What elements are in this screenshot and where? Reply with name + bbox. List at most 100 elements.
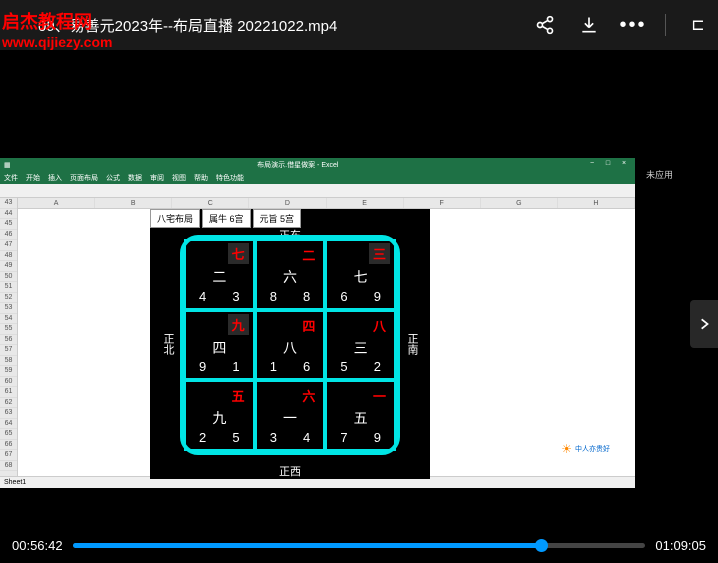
progress-fill — [73, 543, 543, 548]
colhead[interactable]: A — [18, 198, 95, 208]
more-options-icon[interactable]: ••• — [621, 13, 645, 37]
colhead[interactable]: C — [172, 198, 249, 208]
header-actions: ••• ⊏ — [533, 13, 710, 37]
luoshu-cell-3: 三 七 69 — [325, 239, 396, 310]
bottom-right: 6 — [303, 359, 310, 374]
excel-window: ▦ 布局演示.借星做案 - Excel − □ × 文件 开始 插入 页面布局 … — [0, 158, 635, 488]
close-button[interactable]: × — [617, 160, 631, 170]
center-num: 八 — [283, 338, 297, 358]
chart-tab-1[interactable]: 八宅布局 — [150, 209, 200, 228]
rownum[interactable]: 44 — [0, 209, 17, 220]
progress-bar[interactable] — [73, 543, 646, 548]
chart-tab-2[interactable]: 属牛 6宫 — [202, 209, 251, 228]
chart-tabs: 八宅布局 属牛 6宫 元旨 5宫 — [150, 209, 301, 228]
rownum[interactable]: 50 — [0, 272, 17, 283]
ribbon-tab[interactable]: 页面布局 — [70, 173, 98, 183]
center-num: 二 — [212, 267, 226, 287]
rownum[interactable]: 55 — [0, 324, 17, 335]
bottom-text: 中人亦贵好 — [575, 444, 610, 454]
bottom-right: 9 — [374, 430, 381, 445]
bottom-right: 9 — [374, 289, 381, 304]
colhead[interactable]: H — [558, 198, 635, 208]
rownum[interactable]: 46 — [0, 230, 17, 241]
ribbon-tab[interactable]: 审阅 — [150, 173, 164, 183]
colhead[interactable]: F — [404, 198, 481, 208]
center-num: 一 — [283, 408, 297, 428]
colhead[interactable]: E — [327, 198, 404, 208]
rownum[interactable]: 51 — [0, 282, 17, 293]
current-time: 00:56:42 — [12, 538, 63, 553]
rownum[interactable]: 65 — [0, 429, 17, 440]
rownum[interactable]: 58 — [0, 356, 17, 367]
bottom-left: 7 — [340, 430, 347, 445]
sun-icon: ☀ — [561, 442, 572, 456]
direction-east: 正南 — [404, 333, 420, 355]
bottom-icon-bar: ☀ 中人亦贵好 — [561, 442, 610, 456]
rownum[interactable]: 45 — [0, 219, 17, 230]
colhead[interactable]: G — [481, 198, 558, 208]
bottom-left: 4 — [199, 289, 206, 304]
red-num: 二 — [302, 245, 315, 264]
rownum[interactable]: 64 — [0, 419, 17, 430]
divider — [665, 14, 666, 36]
ribbon-tab[interactable]: 特色功能 — [216, 173, 244, 183]
rownum[interactable]: 66 — [0, 440, 17, 451]
rownum[interactable]: 62 — [0, 398, 17, 409]
colhead[interactable]: D — [249, 198, 326, 208]
ribbon-tab[interactable]: 数据 — [128, 173, 142, 183]
rownum[interactable]: 67 — [0, 450, 17, 461]
red-num: 五 — [232, 386, 245, 405]
bottom-left: 1 — [270, 359, 277, 374]
ribbon-tab[interactable]: 插入 — [48, 173, 62, 183]
colhead[interactable]: B — [95, 198, 172, 208]
rownum[interactable]: 60 — [0, 377, 17, 388]
bottom-right: 5 — [232, 430, 239, 445]
sidebar-label: 未应用 — [646, 168, 673, 181]
rownum[interactable]: 54 — [0, 314, 17, 325]
rownum[interactable]: 43 — [0, 198, 17, 209]
ribbon-tab[interactable]: 开始 — [26, 173, 40, 183]
center-num: 四 — [212, 338, 226, 358]
rownum[interactable]: 59 — [0, 366, 17, 377]
luoshu-cell-6: 八 三 52 — [325, 310, 396, 381]
excel-body: 43 44 45 46 47 48 49 50 51 52 53 54 55 5… — [0, 198, 635, 476]
ribbon-tab[interactable]: 视图 — [172, 173, 186, 183]
red-num: 三 — [369, 243, 390, 264]
video-viewport: 未应用 ▦ 布局演示.借星做案 - Excel − □ × 文件 开始 插入 页… — [0, 50, 718, 528]
ribbon-tab[interactable]: 公式 — [106, 173, 120, 183]
rownum[interactable]: 61 — [0, 387, 17, 398]
rownum[interactable]: 53 — [0, 303, 17, 314]
share-icon[interactable] — [533, 13, 557, 37]
red-num: 七 — [228, 243, 249, 264]
chart-tab-3[interactable]: 元旨 5宫 — [253, 209, 302, 228]
bottom-left: 3 — [270, 430, 277, 445]
rownum[interactable]: 49 — [0, 261, 17, 272]
rownum[interactable]: 56 — [0, 335, 17, 346]
excel-content: A B C D E F G H 八宅布局 属牛 6宫 元旨 5宫 — [18, 198, 635, 476]
progress-thumb[interactable] — [535, 539, 548, 552]
luoshu-cell-2: 二 六 88 — [255, 239, 326, 310]
download-icon[interactable] — [577, 13, 601, 37]
bottom-left: 5 — [340, 359, 347, 374]
center-num: 三 — [354, 338, 368, 358]
bottom-right: 4 — [303, 430, 310, 445]
rownum[interactable]: 63 — [0, 408, 17, 419]
rownum[interactable]: 48 — [0, 251, 17, 262]
bottom-right: 8 — [303, 289, 310, 304]
next-video-button[interactable] — [690, 300, 718, 348]
center-num: 六 — [283, 267, 297, 287]
minimize-button[interactable]: − — [585, 160, 599, 170]
bottom-left: 9 — [199, 359, 206, 374]
collapse-icon[interactable]: ⊏ — [686, 13, 710, 37]
rownum[interactable]: 47 — [0, 240, 17, 251]
row-numbers: 43 44 45 46 47 48 49 50 51 52 53 54 55 5… — [0, 198, 18, 476]
rownum[interactable]: 57 — [0, 345, 17, 356]
rownum[interactable]: 52 — [0, 293, 17, 304]
ribbon-tab[interactable]: 帮助 — [194, 173, 208, 183]
luoshu-cell-4: 九 四 91 — [184, 310, 255, 381]
sheet-tab[interactable]: Sheet1 — [4, 479, 26, 486]
excel-titlebar: ▦ 布局演示.借星做案 - Excel − □ × — [0, 158, 635, 172]
maximize-button[interactable]: □ — [601, 160, 615, 170]
rownum[interactable]: 68 — [0, 461, 17, 472]
ribbon-tab[interactable]: 文件 — [4, 173, 18, 183]
